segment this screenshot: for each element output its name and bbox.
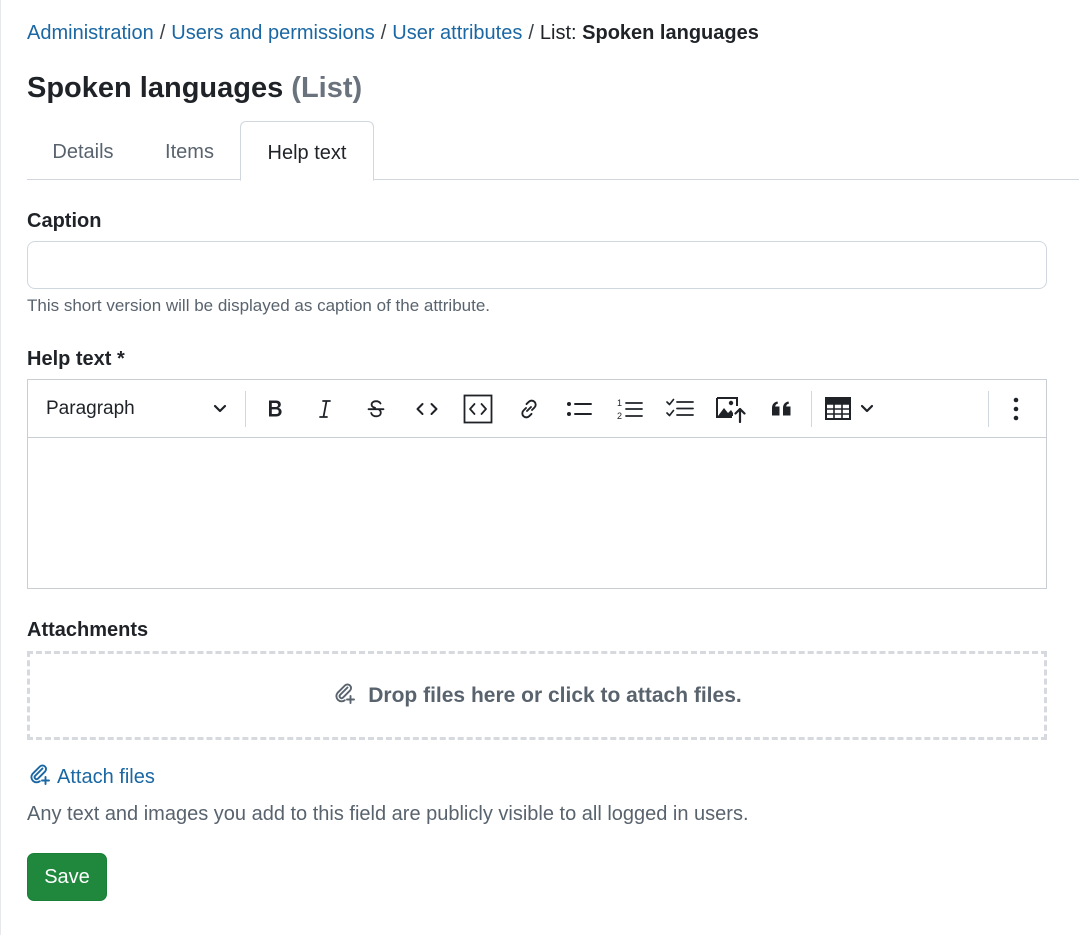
chevron-down-icon (212, 389, 228, 444)
save-button[interactable]: Save (27, 853, 107, 901)
paragraph-select-value: Paragraph (46, 398, 135, 419)
toolbar-separator (988, 391, 989, 427)
svg-text:2: 2 (617, 411, 622, 421)
more-options-icon[interactable] (998, 391, 1034, 427)
paragraph-select[interactable]: Paragraph (36, 389, 236, 429)
breadcrumb-separator: / (528, 22, 534, 44)
tab-bar: Details Items Help text (27, 121, 1079, 181)
tab-help-text[interactable]: Help text (240, 121, 374, 181)
paperclip-add-icon (332, 681, 356, 710)
attach-files-label: Attach files (57, 765, 155, 788)
breadcrumb: Administration / Users and permissions / Use… (27, 20, 759, 46)
italic-icon[interactable] (307, 391, 343, 427)
toolbar-separator (811, 391, 812, 427)
attachments-label: Attachments (27, 619, 149, 641)
todo-list-icon[interactable] (662, 391, 698, 427)
breadcrumb-separator: / (159, 22, 166, 44)
blockquote-icon[interactable] (764, 391, 800, 427)
visibility-notice: Any text and images you add to this fiel… (27, 803, 749, 825)
page-title-suffix: (List) (291, 72, 363, 104)
bold-icon[interactable] (257, 391, 293, 427)
attach-files-link[interactable]: Attach files (27, 762, 155, 792)
editor-toolbar: Paragraph 1 2 (28, 380, 1046, 438)
code-icon[interactable] (409, 391, 445, 427)
paperclip-add-icon (27, 762, 51, 792)
breadcrumb-users-and-permissions[interactable]: Users and permissions (171, 22, 374, 44)
table-icon[interactable] (821, 391, 881, 427)
file-dropzone[interactable]: Drop files here or click to attach files… (27, 651, 1047, 740)
tab-details[interactable]: Details (27, 121, 139, 180)
breadcrumb-administration[interactable]: Administration (27, 22, 154, 44)
svg-text:1: 1 (617, 398, 622, 408)
caption-hint: This short version will be displayed as … (27, 296, 491, 315)
strikethrough-icon[interactable] (358, 391, 394, 427)
numbered-list-icon[interactable]: 12 (612, 391, 648, 427)
tab-items[interactable]: Items (139, 121, 240, 180)
breadcrumb-separator: / (380, 22, 387, 44)
image-upload-icon[interactable] (713, 391, 749, 427)
left-divider (0, 0, 1, 935)
toolbar-separator (245, 391, 246, 427)
caption-label: Caption (27, 210, 102, 232)
breadcrumb-user-attributes[interactable]: User attributes (392, 22, 522, 44)
caption-input[interactable] (27, 241, 1047, 289)
dropzone-text: Drop files here or click to attach files… (368, 683, 742, 707)
rich-text-editor: Paragraph 1 2 (27, 379, 1047, 589)
breadcrumb-current: Spoken languages (582, 22, 759, 44)
editor-content-area[interactable] (28, 438, 1046, 588)
help-text-label: Help text * (27, 348, 125, 370)
breadcrumb-current-prefix: List: (539, 22, 577, 44)
link-icon[interactable] (511, 391, 547, 427)
code-block-icon[interactable] (460, 391, 496, 427)
page-title: Spoken languages (List) (27, 70, 362, 106)
page-title-text: Spoken languages (27, 72, 284, 104)
bulleted-list-icon[interactable] (561, 391, 597, 427)
